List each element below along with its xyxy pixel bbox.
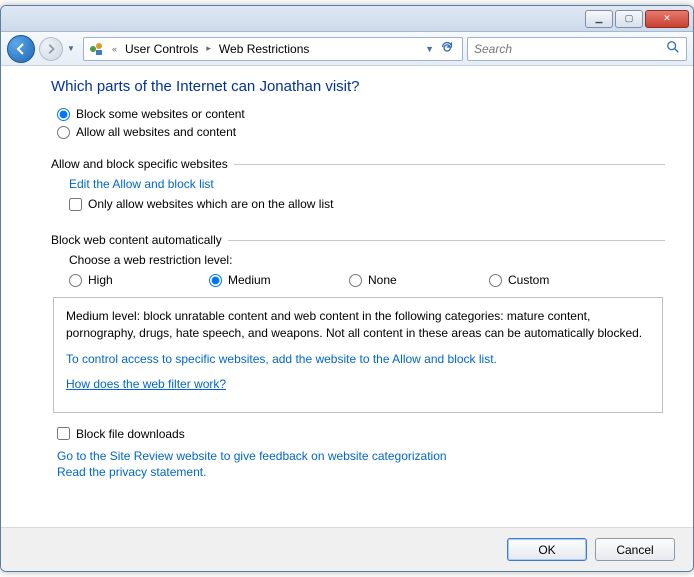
radio-medium[interactable]: Medium: [209, 273, 349, 287]
radio-block-some-label: Block some websites or content: [76, 107, 245, 121]
back-button[interactable]: [7, 35, 35, 63]
radio-high[interactable]: High: [69, 273, 209, 287]
button-bar: OK Cancel: [1, 527, 693, 571]
level-description-box: Medium level: block unratable content an…: [53, 297, 663, 413]
level-description-text: Medium level: block unratable content an…: [66, 308, 650, 343]
close-button[interactable]: ✕: [645, 10, 689, 28]
how-filter-works-link[interactable]: How does the web filter work?: [66, 376, 650, 393]
check-only-allow[interactable]: Only allow websites which are on the all…: [69, 197, 665, 211]
legend-auto: Block web content automatically: [51, 233, 222, 247]
titlebar: ▁ ▢ ✕: [1, 6, 693, 32]
address-bar[interactable]: « User Controls ▸ Web Restrictions ▼: [83, 37, 463, 61]
search-input[interactable]: [474, 42, 666, 56]
location-icon: [88, 41, 104, 57]
site-review-link[interactable]: Go to the Site Review website to give fe…: [57, 449, 665, 463]
legend-specific: Allow and block specific websites: [51, 157, 228, 171]
crumb-collapse[interactable]: «: [108, 44, 121, 54]
chevron-right-icon[interactable]: ▸: [202, 43, 215, 54]
minimize-button[interactable]: ▁: [585, 10, 613, 28]
radio-block-some[interactable]: Block some websites or content: [57, 107, 665, 121]
page-title: Which parts of the Internet can Jonathan…: [51, 78, 665, 95]
cancel-button[interactable]: Cancel: [595, 538, 675, 561]
radio-allow-all-input[interactable]: [57, 126, 70, 139]
radio-none[interactable]: None: [349, 273, 489, 287]
check-block-downloads-label: Block file downloads: [76, 427, 185, 441]
edit-allow-block-link[interactable]: Edit the Allow and block list: [69, 177, 665, 191]
section-block-auto: Block web content automatically Choose a…: [51, 233, 665, 413]
recent-dropdown[interactable]: ▼: [67, 44, 79, 53]
restriction-level-group: High Medium None Custom: [69, 273, 665, 287]
search-box[interactable]: [467, 37, 687, 61]
content-area: Which parts of the Internet can Jonathan…: [1, 66, 693, 527]
crumb-web-restrictions[interactable]: Web Restrictions: [219, 42, 309, 56]
check-only-allow-input[interactable]: [69, 198, 82, 211]
section-specific-websites: Allow and block specific websites Edit t…: [51, 157, 665, 215]
arrow-left-icon: [14, 42, 28, 56]
forward-button[interactable]: [39, 37, 63, 61]
address-dropdown[interactable]: ▼: [425, 44, 434, 54]
control-access-link[interactable]: To control access to specific websites, …: [66, 351, 650, 368]
arrow-right-icon: [45, 43, 57, 55]
navigation-bar: ▼ « User Controls ▸ Web Restrictions ▼: [1, 32, 693, 66]
crumb-user-controls[interactable]: User Controls: [125, 42, 198, 56]
window: ▁ ▢ ✕ ▼ « User Controls ▸ Web Restrictio…: [0, 5, 694, 572]
radio-allow-all[interactable]: Allow all websites and content: [57, 125, 665, 139]
radio-block-some-input[interactable]: [57, 108, 70, 121]
refresh-icon: [440, 40, 454, 54]
check-block-downloads[interactable]: Block file downloads: [57, 427, 665, 441]
radio-allow-all-label: Allow all websites and content: [76, 125, 236, 139]
check-only-allow-label: Only allow websites which are on the all…: [88, 197, 333, 211]
maximize-button[interactable]: ▢: [615, 10, 643, 28]
choose-level-label: Choose a web restriction level:: [69, 253, 665, 267]
check-block-downloads-input[interactable]: [57, 427, 70, 440]
search-icon[interactable]: [666, 40, 680, 57]
radio-custom[interactable]: Custom: [489, 273, 629, 287]
privacy-link[interactable]: Read the privacy statement.: [57, 465, 665, 479]
ok-button[interactable]: OK: [507, 538, 587, 561]
refresh-button[interactable]: [436, 40, 458, 57]
